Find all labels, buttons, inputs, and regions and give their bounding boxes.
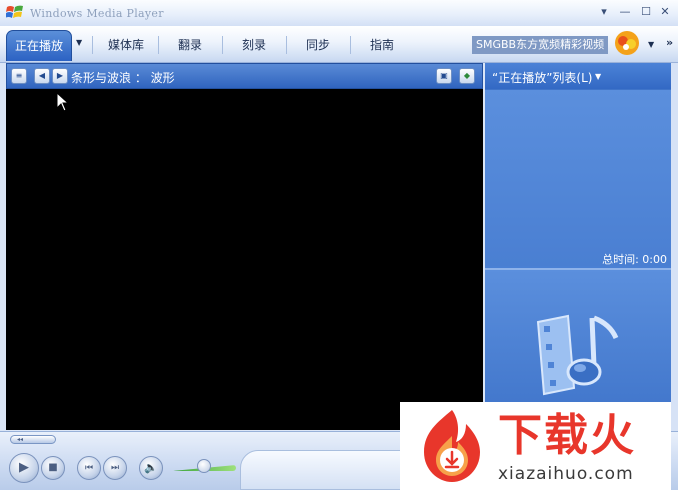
tab-separator <box>222 36 223 54</box>
playlist-items[interactable] <box>485 90 671 266</box>
watermark: 下载火 xiazaihuo.com <box>400 402 671 490</box>
online-store-label[interactable]: SMGBB东方宽频精彩视频 <box>472 36 609 54</box>
tab-library[interactable]: 媒体库 <box>96 30 156 60</box>
visualization-name: 条形与波浪 ： 波形 <box>71 71 175 85</box>
menu-toggle-button[interactable]: ▾ <box>596 4 612 20</box>
status-info-pane <box>240 450 412 490</box>
window-border <box>671 63 678 431</box>
download-fire-logo-icon <box>424 410 480 482</box>
windows-logo-icon <box>6 5 23 18</box>
more-tabs-button[interactable]: » <box>666 36 673 49</box>
seek-bar[interactable]: ◂◂ <box>10 435 56 444</box>
speaker-icon[interactable]: 🔈 <box>139 456 163 480</box>
stop-icon[interactable]: ■ <box>41 456 65 480</box>
minimize-button[interactable]: — <box>617 4 633 20</box>
mouse-cursor-icon <box>56 92 70 112</box>
play-icon[interactable]: ▶ <box>9 453 39 483</box>
next-icon[interactable]: ⏭ <box>103 456 127 480</box>
tab-rip[interactable]: 翻录 <box>160 30 220 60</box>
store-menu-chevron-icon[interactable]: ▼ <box>648 40 654 49</box>
window-title: Windows Media Player <box>30 7 164 20</box>
maximize-button[interactable]: ☐ <box>638 4 654 20</box>
playlist-title[interactable]: “正在播放”列表(L) <box>492 69 592 86</box>
playlist-pane: “正在播放”列表(L) ▼ 总时间: 0:00 <box>485 63 671 431</box>
enhancements-icon[interactable]: ◆ <box>459 68 475 84</box>
tab-sync[interactable]: 同步 <box>288 30 348 60</box>
tab-separator <box>350 36 351 54</box>
video-display[interactable] <box>6 89 483 430</box>
visualization-toolbar: ≡ ◀ ▶ 条形与波浪 ： 波形 ▣ ◆ <box>6 63 483 89</box>
total-time: 总时间: 0:00 <box>602 253 667 266</box>
tab-now-playing[interactable]: 正在播放 <box>6 30 72 61</box>
chevron-down-icon[interactable]: ▼ <box>76 38 82 47</box>
tab-guide[interactable]: 指南 <box>352 30 412 60</box>
tab-separator <box>286 36 287 54</box>
store-badge-icon[interactable] <box>612 28 642 56</box>
volume-knob[interactable] <box>197 459 211 473</box>
film-music-note-icon <box>536 314 619 396</box>
tab-separator <box>158 36 159 54</box>
chevron-down-icon[interactable]: ▼ <box>595 72 601 81</box>
watermark-url: xiazaihuo.com <box>498 464 634 484</box>
tab-separator <box>92 36 93 54</box>
close-button[interactable]: ✕ <box>657 4 673 20</box>
full-screen-icon[interactable]: ▣ <box>436 68 452 84</box>
tab-burn[interactable]: 刻录 <box>224 30 284 60</box>
previous-visualization-icon[interactable]: ◀ <box>34 68 50 84</box>
title-bar[interactable]: Windows Media Player ▾ — ☐ ✕ <box>0 0 678 26</box>
media-player-window: Windows Media Player ▾ — ☐ ✕ 正在播放 ▼ 媒体库 … <box>0 0 678 490</box>
playlist-header[interactable]: “正在播放”列表(L) ▼ <box>485 63 671 90</box>
watermark-title: 下载火 <box>498 410 636 461</box>
previous-icon[interactable]: ⏮ <box>77 456 101 480</box>
next-visualization-icon[interactable]: ▶ <box>52 68 68 84</box>
visualization-menu-icon[interactable]: ≡ <box>11 68 27 84</box>
